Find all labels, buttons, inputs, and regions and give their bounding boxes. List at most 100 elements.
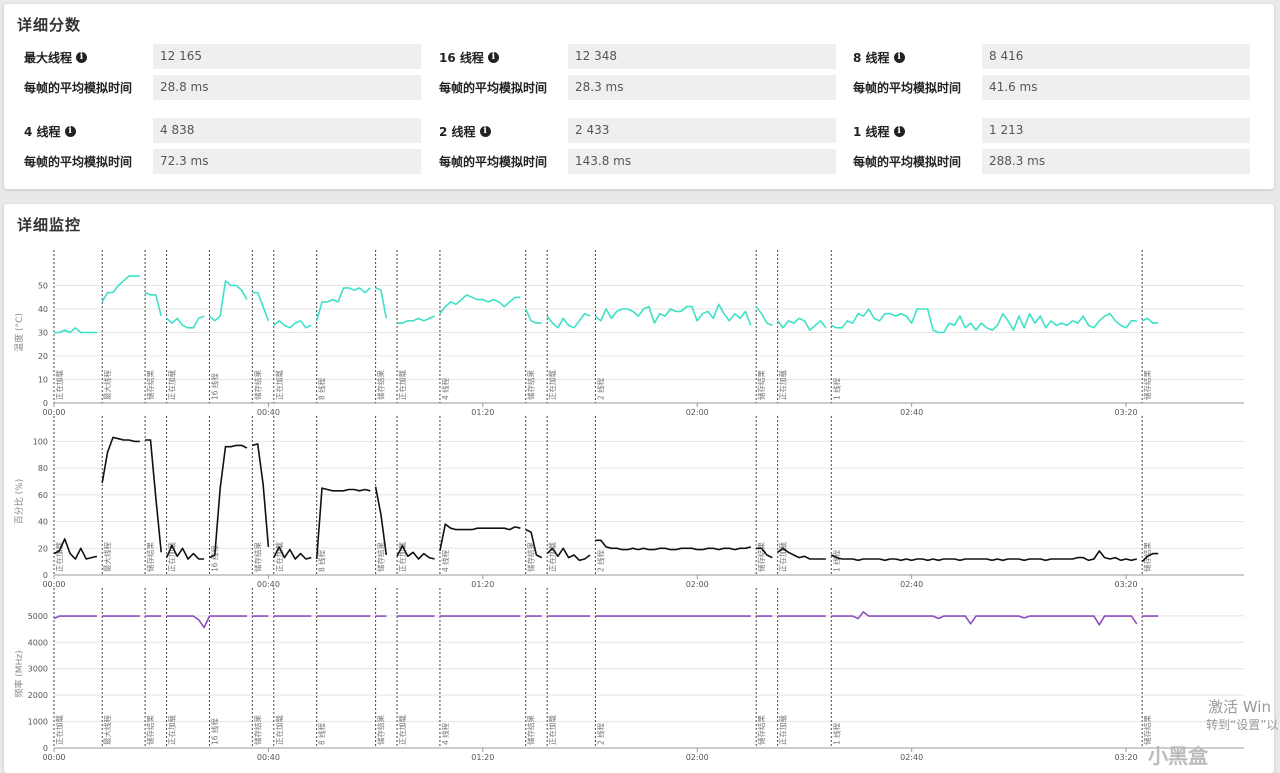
x-tick-label: 02:00 <box>686 753 709 762</box>
phase-label: 储存结果 <box>756 542 766 572</box>
phase-label: 储存结果 <box>145 370 155 400</box>
phase-label: 正在加载 <box>397 370 407 400</box>
x-tick-label: 00:00 <box>42 753 65 762</box>
series-line <box>252 291 270 322</box>
phase-label: 16 线程 <box>209 373 219 400</box>
series-line <box>830 308 1137 334</box>
phase-label: 储存结果 <box>145 542 155 572</box>
series-line <box>53 615 97 620</box>
phase-label: 储存结果 <box>252 370 262 400</box>
y-tick-label: 80 <box>38 464 48 473</box>
series-line <box>439 294 521 315</box>
y-tick-label: 1000 <box>28 718 48 727</box>
y-tick-label: 10 <box>38 376 48 385</box>
phase-label: 正在加载 <box>54 370 64 400</box>
phase-label: 正在加载 <box>54 542 64 572</box>
series-line <box>252 443 270 547</box>
phase-label: 4 线程 <box>440 722 450 745</box>
phase-label: 储存结果 <box>252 542 262 572</box>
phase-label: 4 线程 <box>440 549 450 572</box>
monitoring-charts: 0 10 20 30 40 50 00:00 00:40 01:20 02:00 02:40 03:2… <box>13 250 1244 762</box>
y-tick-label: 0 <box>43 571 48 580</box>
phase-label: 正在加载 <box>397 715 407 745</box>
phase-label: 储存结果 <box>145 715 155 745</box>
x-tick-label: 02:00 <box>686 580 709 589</box>
phase-label: 正在加载 <box>167 370 177 400</box>
phase-label: 正在加载 <box>274 715 284 745</box>
phase-label: 最大线程 <box>102 715 112 745</box>
activate-windows-hint: 转到“设置”以 <box>1206 718 1279 732</box>
y-tick-label: 5000 <box>28 612 48 621</box>
activate-windows-watermark: 激活 Win <box>1208 698 1271 716</box>
y-tick-label: 50 <box>38 282 48 291</box>
series-line <box>145 439 162 553</box>
series-line <box>831 611 1138 626</box>
series-line <box>166 615 211 629</box>
series-line <box>144 291 162 317</box>
y-tick-label: 40 <box>38 518 48 527</box>
y-tick-label: 60 <box>38 491 48 500</box>
phase-label: 正在加载 <box>547 715 557 745</box>
y-axis-label: 频率 (MHz) <box>13 650 25 697</box>
xiaoheihe-logo: 小黑盒 <box>1148 744 1208 768</box>
phase-label: 1 线程 <box>831 549 841 572</box>
y-tick-label: 20 <box>38 352 48 361</box>
x-tick-label: 00:00 <box>42 408 65 417</box>
x-tick-label: 01:20 <box>471 580 494 589</box>
phase-label: 2 线程 <box>595 722 605 745</box>
series-line <box>397 315 435 324</box>
series-line <box>273 319 312 329</box>
phase-label: 储存结果 <box>526 715 536 745</box>
x-tick-label: 03:20 <box>1115 580 1138 589</box>
phase-label: 正在加载 <box>547 542 557 572</box>
phase-label: 4 线程 <box>440 377 450 400</box>
series-line <box>208 279 248 322</box>
series-line <box>101 275 140 303</box>
phase-label: 储存结果 <box>756 370 766 400</box>
series-line <box>315 287 371 322</box>
y-tick-label: 20 <box>38 544 48 553</box>
y-tick-label: 100 <box>33 437 48 446</box>
series-line <box>166 315 205 329</box>
x-tick-label: 02:40 <box>900 580 923 589</box>
phase-label: 最大线程 <box>102 370 112 400</box>
y-tick-label: 0 <box>43 399 48 408</box>
x-tick-label: 02:00 <box>686 408 709 417</box>
x-tick-label: 00:00 <box>42 580 65 589</box>
phase-label: 8 线程 <box>317 722 327 745</box>
phase-label: 正在加载 <box>547 370 557 400</box>
y-tick-label: 30 <box>38 329 48 338</box>
x-tick-label: 01:20 <box>471 753 494 762</box>
series-line <box>776 317 827 331</box>
phase-label: 正在加载 <box>778 715 788 745</box>
phase-label: 储存结果 <box>756 715 766 745</box>
phase-label: 16 线程 <box>209 545 219 572</box>
x-tick-label: 00:40 <box>257 580 280 589</box>
y-tick-label: 0 <box>43 744 48 753</box>
x-tick-label: 01:20 <box>471 408 494 417</box>
phase-label: 1 线程 <box>831 377 841 400</box>
phase-label: 正在加载 <box>167 715 177 745</box>
y-tick-label: 3000 <box>28 665 48 674</box>
series-line <box>209 444 248 559</box>
y-tick-label: 4000 <box>28 638 48 647</box>
phase-label: 最大线程 <box>102 542 112 572</box>
y-tick-label: 40 <box>38 305 48 314</box>
series-line <box>594 303 752 326</box>
x-tick-label: 02:40 <box>900 408 923 417</box>
x-tick-label: 03:20 <box>1115 753 1138 762</box>
series-line <box>101 436 140 483</box>
phase-label: 储存结果 <box>376 715 386 745</box>
x-tick-label: 00:40 <box>257 753 280 762</box>
x-tick-label: 03:20 <box>1115 408 1138 417</box>
phase-label: 正在加载 <box>778 542 788 572</box>
y-tick-label: 2000 <box>28 691 48 700</box>
series-line <box>546 312 591 329</box>
phase-label: 储存结果 <box>376 370 386 400</box>
series-line <box>1141 317 1159 324</box>
phase-label: 16 线程 <box>209 718 219 745</box>
phase-label: 正在加载 <box>54 715 64 745</box>
y-axis-label: 百分比 (%) <box>13 479 25 524</box>
phase-label: 2 线程 <box>595 377 605 400</box>
phase-label: 储存结果 <box>252 715 262 745</box>
